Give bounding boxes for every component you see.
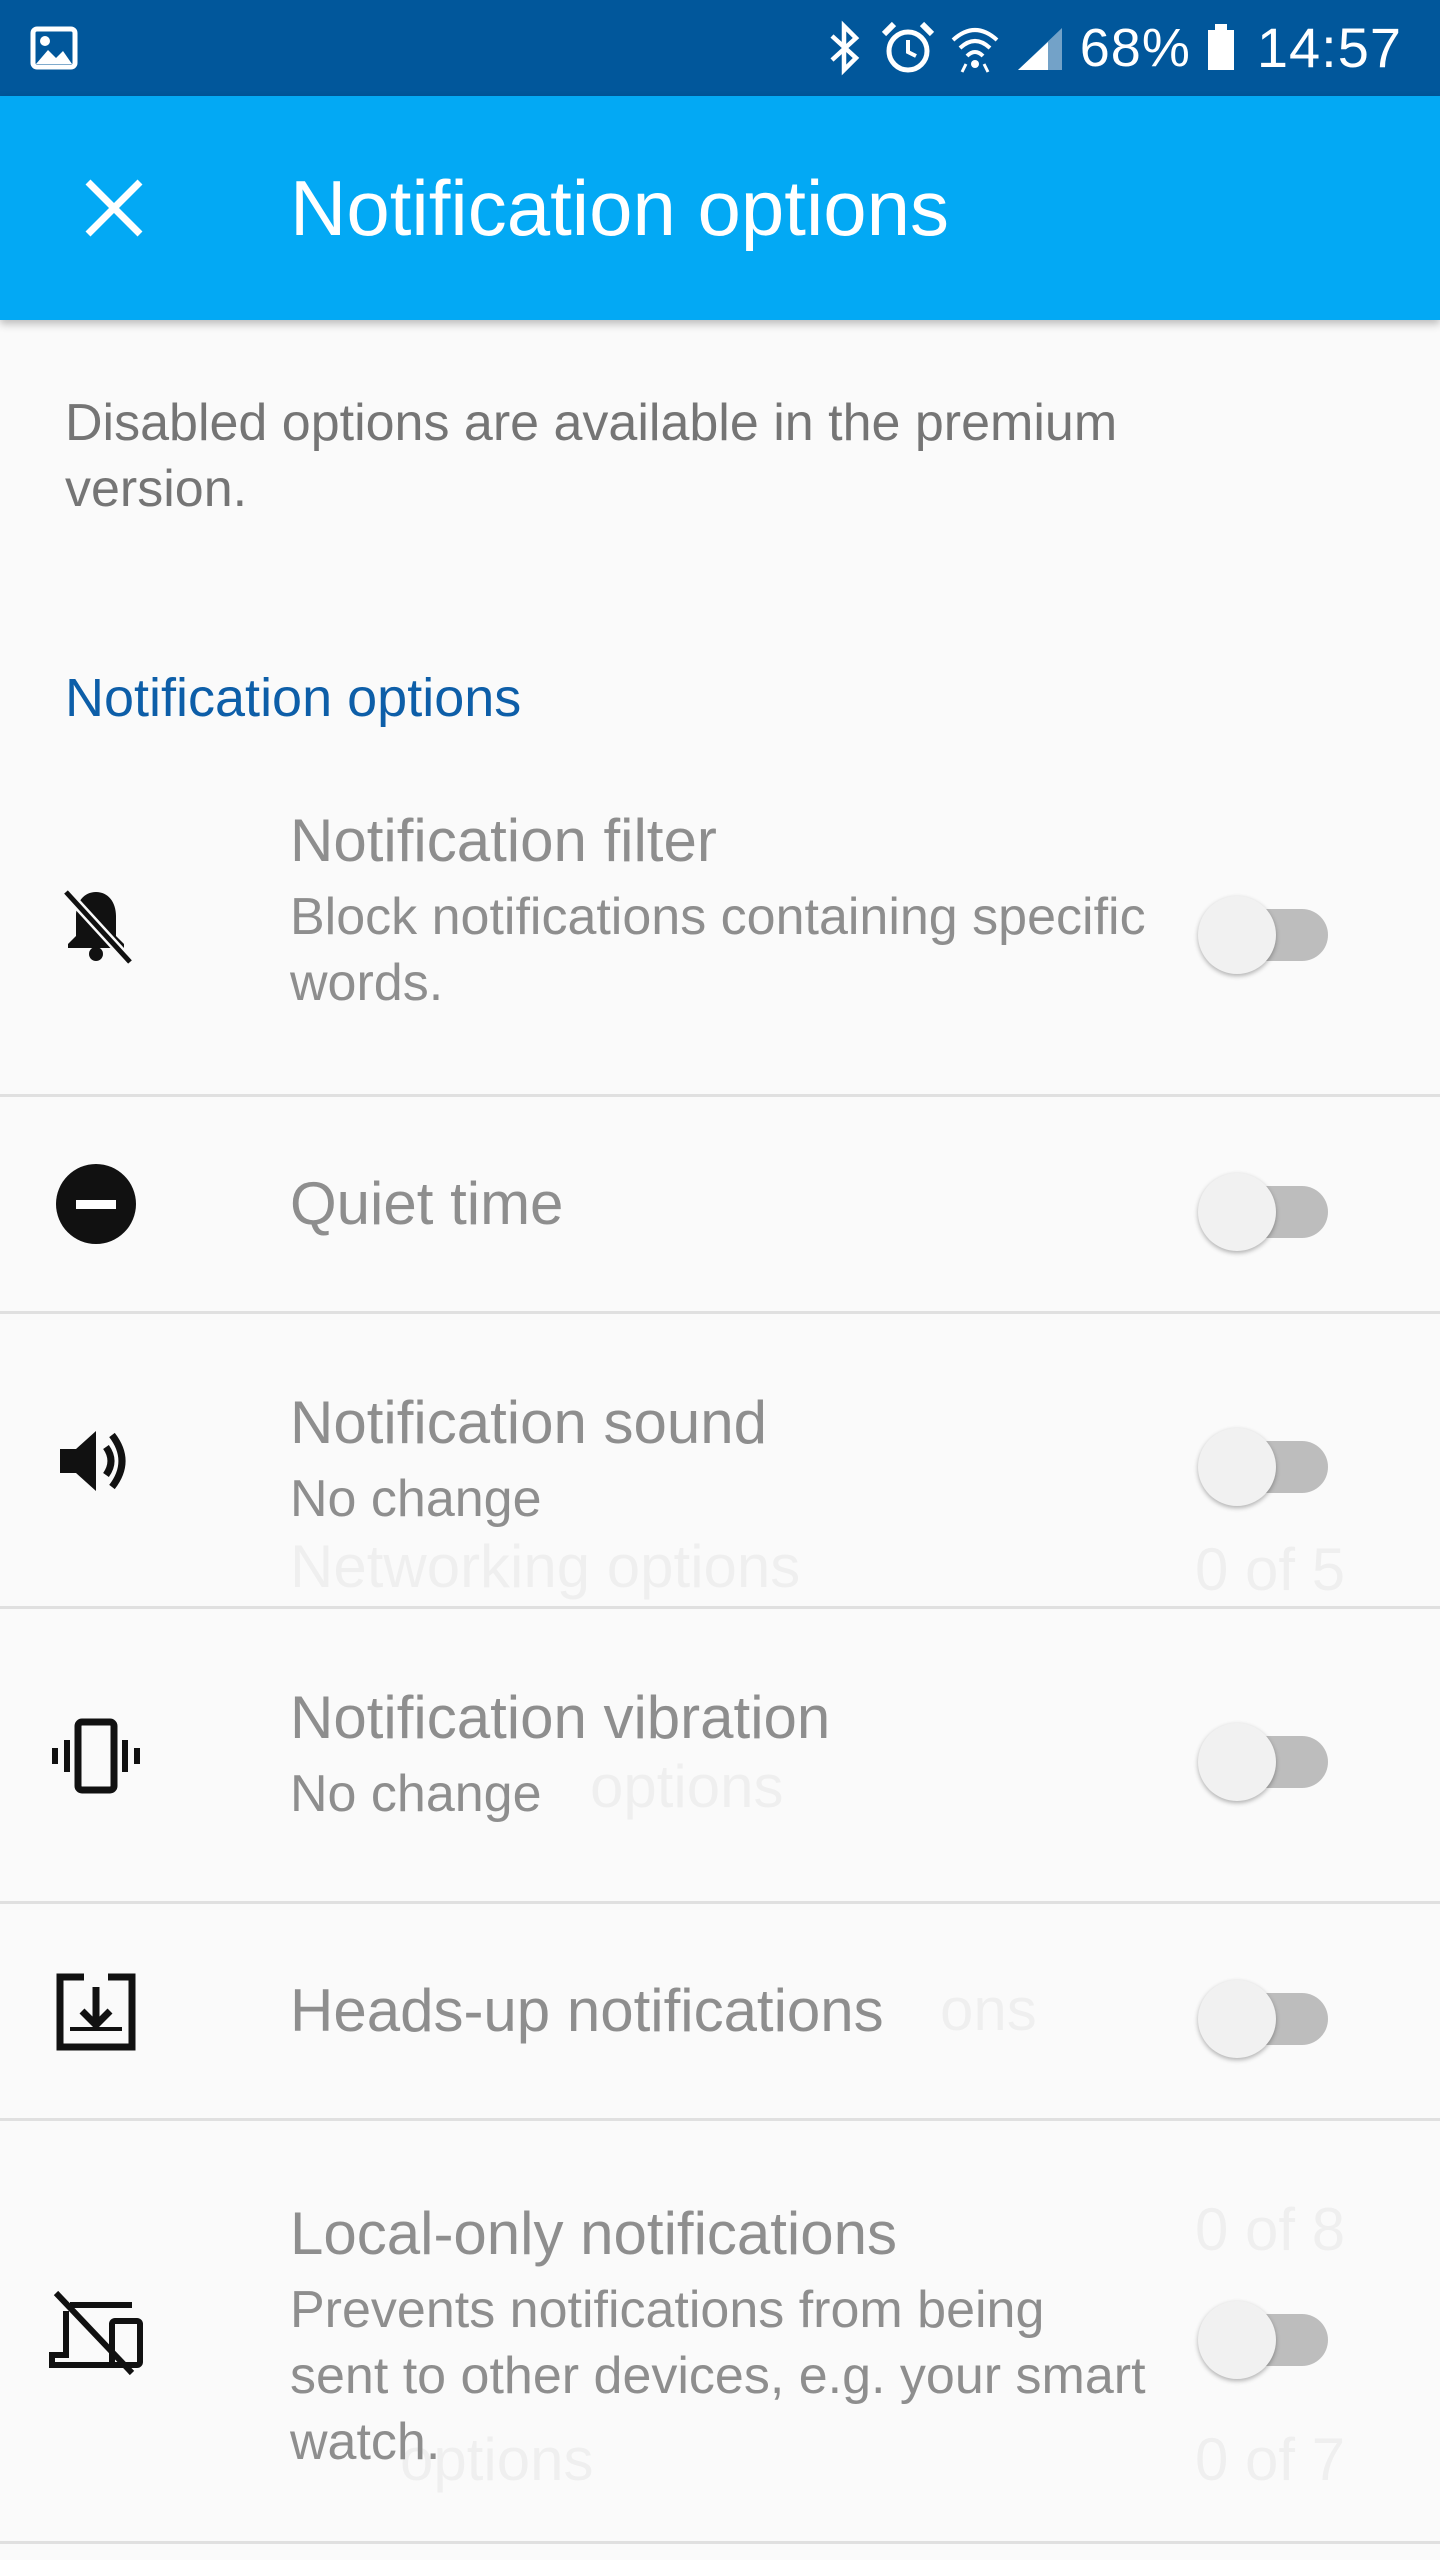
setting-notification-filter[interactable]: Notification filter Block notifications … bbox=[0, 780, 1440, 1094]
toggle-thumb bbox=[1198, 1428, 1276, 1506]
heads-up-notifications-toggle[interactable] bbox=[1198, 1966, 1334, 2058]
toggle-thumb bbox=[1198, 1173, 1276, 1251]
battery-icon bbox=[1207, 24, 1234, 70]
status-bar: 68% 14:57 bbox=[0, 0, 1440, 96]
bluetooth-icon bbox=[830, 20, 860, 76]
do-not-disturb-icon bbox=[56, 1164, 136, 1244]
signal-icon bbox=[1017, 28, 1062, 70]
setting-title: Notification sound bbox=[290, 1389, 767, 1456]
toggle-thumb bbox=[1198, 1723, 1276, 1801]
notification-sound-toggle[interactable] bbox=[1198, 1414, 1334, 1506]
setting-notification-sound[interactable]: Notification sound No change bbox=[0, 1314, 1440, 1606]
page-title: Notification options bbox=[290, 164, 950, 252]
notification-vibration-toggle[interactable] bbox=[1198, 1709, 1334, 1801]
divider bbox=[0, 2541, 1440, 2544]
setting-subtitle: No change bbox=[290, 1470, 542, 1528]
bell-off-icon bbox=[62, 888, 134, 966]
app-bar: Notification options bbox=[0, 96, 1440, 320]
heads-up-icon bbox=[56, 1973, 136, 2051]
section-header: Notification options bbox=[65, 668, 522, 728]
setting-text: Notification sound No change bbox=[290, 1386, 1150, 1532]
quiet-time-toggle[interactable] bbox=[1198, 1159, 1334, 1251]
clock: 14:57 bbox=[1256, 16, 1402, 79]
premium-info-text: Disabled options are available in the pr… bbox=[65, 394, 1118, 518]
setting-subtitle: Block notifications containing specific … bbox=[290, 888, 1146, 1012]
setting-quiet-time[interactable]: Quiet time bbox=[0, 1097, 1440, 1311]
devices-off-icon bbox=[49, 2290, 143, 2376]
toggle-thumb bbox=[1198, 896, 1276, 974]
wifi-icon bbox=[951, 28, 999, 73]
setting-title: Quiet time bbox=[290, 1170, 564, 1237]
notification-filter-toggle[interactable] bbox=[1198, 882, 1334, 974]
close-icon[interactable] bbox=[80, 174, 148, 242]
local-only-notifications-toggle[interactable] bbox=[1198, 2287, 1334, 2379]
setting-subtitle: No change bbox=[290, 1765, 542, 1823]
setting-notification-vibration[interactable]: Notification vibration No change bbox=[0, 1609, 1440, 1901]
setting-title: Heads-up notifications bbox=[290, 1977, 884, 2044]
toggle-thumb bbox=[1198, 2301, 1276, 2379]
gallery-icon bbox=[30, 26, 78, 70]
setting-heads-up-notifications[interactable]: Heads-up notifications bbox=[0, 1904, 1440, 2118]
setting-local-only-notifications[interactable]: Local-only notifications Prevents notifi… bbox=[0, 2121, 1440, 2541]
alarm-icon bbox=[881, 21, 934, 73]
vibration-icon bbox=[52, 1718, 140, 1794]
volume-icon bbox=[60, 1431, 126, 1491]
toggle-thumb bbox=[1198, 1980, 1276, 2058]
setting-title: Local-only notifications bbox=[290, 2200, 898, 2267]
battery-percent: 68% bbox=[1079, 18, 1191, 78]
setting-subtitle: Prevents notifications from being sent t… bbox=[290, 2281, 1146, 2471]
setting-title: Notification filter bbox=[290, 807, 717, 874]
setting-title: Notification vibration bbox=[290, 1684, 831, 1751]
